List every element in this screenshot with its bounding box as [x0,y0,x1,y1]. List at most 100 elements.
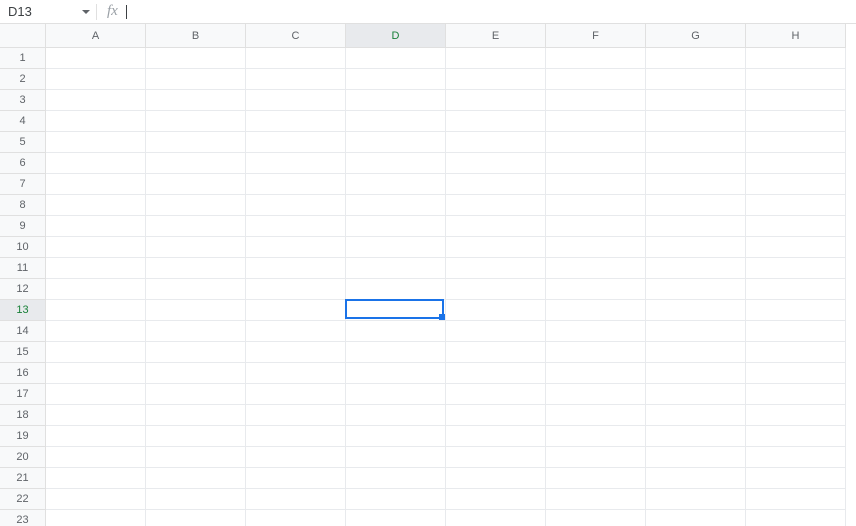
cell[interactable] [146,342,246,363]
row-header-15[interactable]: 15 [0,342,46,363]
cell[interactable] [46,489,146,510]
cell[interactable] [46,48,146,69]
cell[interactable] [146,132,246,153]
cell[interactable] [546,426,646,447]
row-header-16[interactable]: 16 [0,363,46,384]
row-header-22[interactable]: 22 [0,489,46,510]
cell[interactable] [546,90,646,111]
cell[interactable] [46,111,146,132]
cell[interactable] [746,195,846,216]
cell[interactable] [746,237,846,258]
cell[interactable] [146,174,246,195]
cell[interactable] [646,510,746,526]
cell[interactable] [146,300,246,321]
cell[interactable] [246,447,346,468]
cell[interactable] [246,468,346,489]
cell[interactable] [46,363,146,384]
cell[interactable] [46,342,146,363]
cell[interactable] [346,384,446,405]
cell[interactable] [246,132,346,153]
cell[interactable] [246,69,346,90]
column-header-c[interactable]: C [246,24,346,48]
cell[interactable] [546,489,646,510]
cell[interactable] [46,195,146,216]
cell[interactable] [246,48,346,69]
cell[interactable] [646,279,746,300]
cell[interactable] [446,426,546,447]
cell[interactable] [346,48,446,69]
cell[interactable] [146,468,246,489]
cell[interactable] [746,363,846,384]
cell[interactable] [546,510,646,526]
column-header-g[interactable]: G [646,24,746,48]
cell[interactable] [546,384,646,405]
cell[interactable] [46,237,146,258]
cell[interactable] [246,216,346,237]
cell[interactable] [546,405,646,426]
row-header-12[interactable]: 12 [0,279,46,300]
cell[interactable] [346,510,446,526]
cell[interactable] [146,237,246,258]
cell[interactable] [646,90,746,111]
cell[interactable] [146,363,246,384]
cell[interactable] [546,468,646,489]
cell[interactable] [46,90,146,111]
cell[interactable] [746,342,846,363]
cell[interactable] [446,384,546,405]
cell[interactable] [246,321,346,342]
cell[interactable] [746,216,846,237]
formula-input[interactable] [126,0,856,23]
column-header-a[interactable]: A [46,24,146,48]
cell[interactable] [346,405,446,426]
cell[interactable] [46,447,146,468]
chevron-down-icon[interactable] [82,10,90,14]
cell[interactable] [246,90,346,111]
cell[interactable] [646,447,746,468]
cell[interactable] [146,90,246,111]
cell[interactable] [146,489,246,510]
row-header-18[interactable]: 18 [0,405,46,426]
name-box[interactable]: D13 [0,0,96,23]
cell[interactable] [646,426,746,447]
cell[interactable] [646,342,746,363]
select-all-corner[interactable] [0,24,46,48]
cell[interactable] [646,153,746,174]
cell[interactable] [346,447,446,468]
cell[interactable] [146,48,246,69]
cell[interactable] [446,489,546,510]
cell[interactable] [346,363,446,384]
cell[interactable] [246,426,346,447]
cell[interactable] [46,510,146,526]
cell[interactable] [446,48,546,69]
cell[interactable] [446,237,546,258]
cell[interactable] [446,258,546,279]
cell[interactable] [546,195,646,216]
cell[interactable] [546,48,646,69]
cell[interactable] [446,405,546,426]
cell[interactable] [446,195,546,216]
cell[interactable] [46,321,146,342]
cell[interactable] [346,111,446,132]
cell[interactable] [346,342,446,363]
cell[interactable] [746,489,846,510]
cell[interactable] [46,468,146,489]
cell[interactable] [146,426,246,447]
cell[interactable] [146,279,246,300]
cell[interactable] [646,489,746,510]
cell[interactable] [746,153,846,174]
cell[interactable] [546,132,646,153]
cell[interactable] [646,384,746,405]
cell[interactable] [446,321,546,342]
cell[interactable] [446,111,546,132]
cell[interactable] [246,510,346,526]
cell[interactable] [46,132,146,153]
cell[interactable] [546,300,646,321]
cell[interactable] [46,153,146,174]
cell[interactable] [46,69,146,90]
cell[interactable] [246,237,346,258]
cell[interactable] [346,468,446,489]
cell[interactable] [346,300,446,321]
cell[interactable] [246,342,346,363]
cell[interactable] [746,321,846,342]
cell[interactable] [646,300,746,321]
